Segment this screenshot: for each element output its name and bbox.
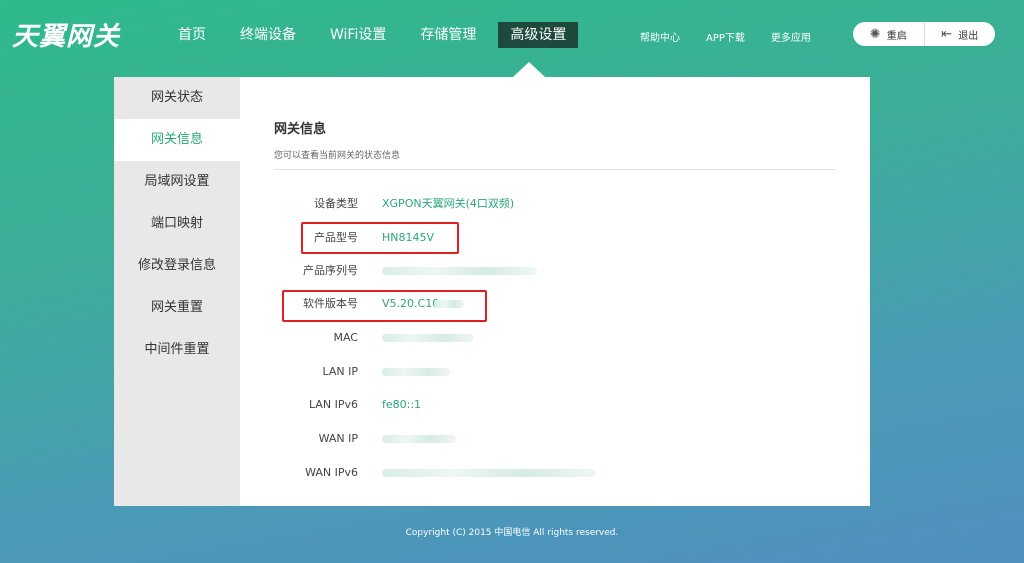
info-row-lan-ip: LAN IP bbox=[274, 362, 836, 382]
more-apps-link[interactable]: 更多应用 bbox=[771, 29, 811, 44]
sidebar-item-lan-settings[interactable]: 局域网设置 bbox=[114, 161, 240, 203]
info-row-serial: 产品序列号 bbox=[274, 261, 836, 281]
sidebar: 网关状态 网关信息 局域网设置 端口映射 修改登录信息 网关重置 中间件重置 bbox=[114, 77, 240, 506]
info-label: MAC bbox=[333, 331, 358, 344]
page-title: 网关信息 bbox=[274, 122, 327, 137]
logout-icon: ⇤ bbox=[941, 26, 953, 42]
info-value: fe80::1 bbox=[382, 398, 422, 411]
nav-advanced[interactable]: 高级设置 bbox=[498, 22, 579, 48]
redacted-value bbox=[382, 435, 456, 443]
nav-active-caret bbox=[513, 62, 545, 77]
redacted-value bbox=[382, 368, 450, 376]
brand-logo: 天翼网关 bbox=[12, 22, 121, 52]
logout-label: 退出 bbox=[958, 30, 979, 42]
app-download-link[interactable]: APP下载 bbox=[706, 29, 745, 44]
info-value: XGPON天翼网关(4口双频) bbox=[382, 197, 515, 210]
redacted-value bbox=[382, 267, 537, 275]
divider bbox=[274, 169, 836, 170]
page-subtitle: 您可以查看当前网关的状态信息 bbox=[274, 151, 401, 161]
highlight-box-version bbox=[282, 290, 487, 322]
nav-devices[interactable]: 终端设备 bbox=[228, 22, 308, 48]
info-label: 设备类型 bbox=[314, 197, 358, 210]
info-row-lan-ipv6: LAN IPv6 fe80::1 bbox=[274, 395, 836, 415]
info-row-wan-ip: WAN IP bbox=[274, 429, 836, 449]
footer-copyright: Copyright (C) 2015 中国电信 All rights reser… bbox=[405, 528, 619, 538]
sidebar-item-login-info[interactable]: 修改登录信息 bbox=[114, 245, 240, 287]
nav-storage[interactable]: 存储管理 bbox=[408, 22, 488, 48]
main-nav: 首页 终端设备 WiFi设置 存储管理 高级设置 bbox=[166, 22, 588, 48]
logout-button[interactable]: ⇤ 退出 bbox=[923, 22, 996, 46]
system-buttons: ✺ 重启 ⇤ 退出 bbox=[853, 22, 995, 46]
restart-label: 重启 bbox=[886, 30, 907, 42]
sidebar-item-gateway-status[interactable]: 网关状态 bbox=[114, 77, 240, 119]
nav-home[interactable]: 首页 bbox=[166, 22, 218, 48]
sidebar-item-middleware-reset[interactable]: 中间件重置 bbox=[114, 329, 240, 371]
highlight-box-model bbox=[301, 222, 459, 254]
info-label: 产品序列号 bbox=[303, 264, 358, 277]
info-label: WAN IPv6 bbox=[305, 466, 358, 479]
redacted-value bbox=[382, 469, 596, 477]
help-link[interactable]: 帮助中心 bbox=[640, 29, 680, 44]
info-row-wan-ipv6: WAN IPv6 bbox=[274, 463, 836, 483]
sidebar-item-port-mapping[interactable]: 端口映射 bbox=[114, 203, 240, 245]
main-panel: 网关状态 网关信息 局域网设置 端口映射 修改登录信息 网关重置 中间件重置 网… bbox=[114, 77, 870, 506]
info-row-device-type: 设备类型 XGPON天翼网关(4口双频) bbox=[274, 194, 836, 214]
nav-wifi[interactable]: WiFi设置 bbox=[318, 22, 398, 48]
info-label: WAN IP bbox=[318, 432, 358, 445]
top-links: 帮助中心 APP下载 更多应用 bbox=[640, 29, 837, 44]
restart-button[interactable]: ✺ 重启 bbox=[853, 22, 924, 46]
info-row-mac: MAC bbox=[274, 328, 836, 348]
sidebar-item-gateway-reset[interactable]: 网关重置 bbox=[114, 287, 240, 329]
redacted-value bbox=[382, 334, 474, 342]
spinner-icon: ✺ bbox=[869, 26, 881, 42]
info-label: LAN IPv6 bbox=[308, 398, 358, 411]
info-label: LAN IP bbox=[322, 365, 358, 378]
sidebar-item-gateway-info[interactable]: 网关信息 bbox=[114, 119, 240, 161]
